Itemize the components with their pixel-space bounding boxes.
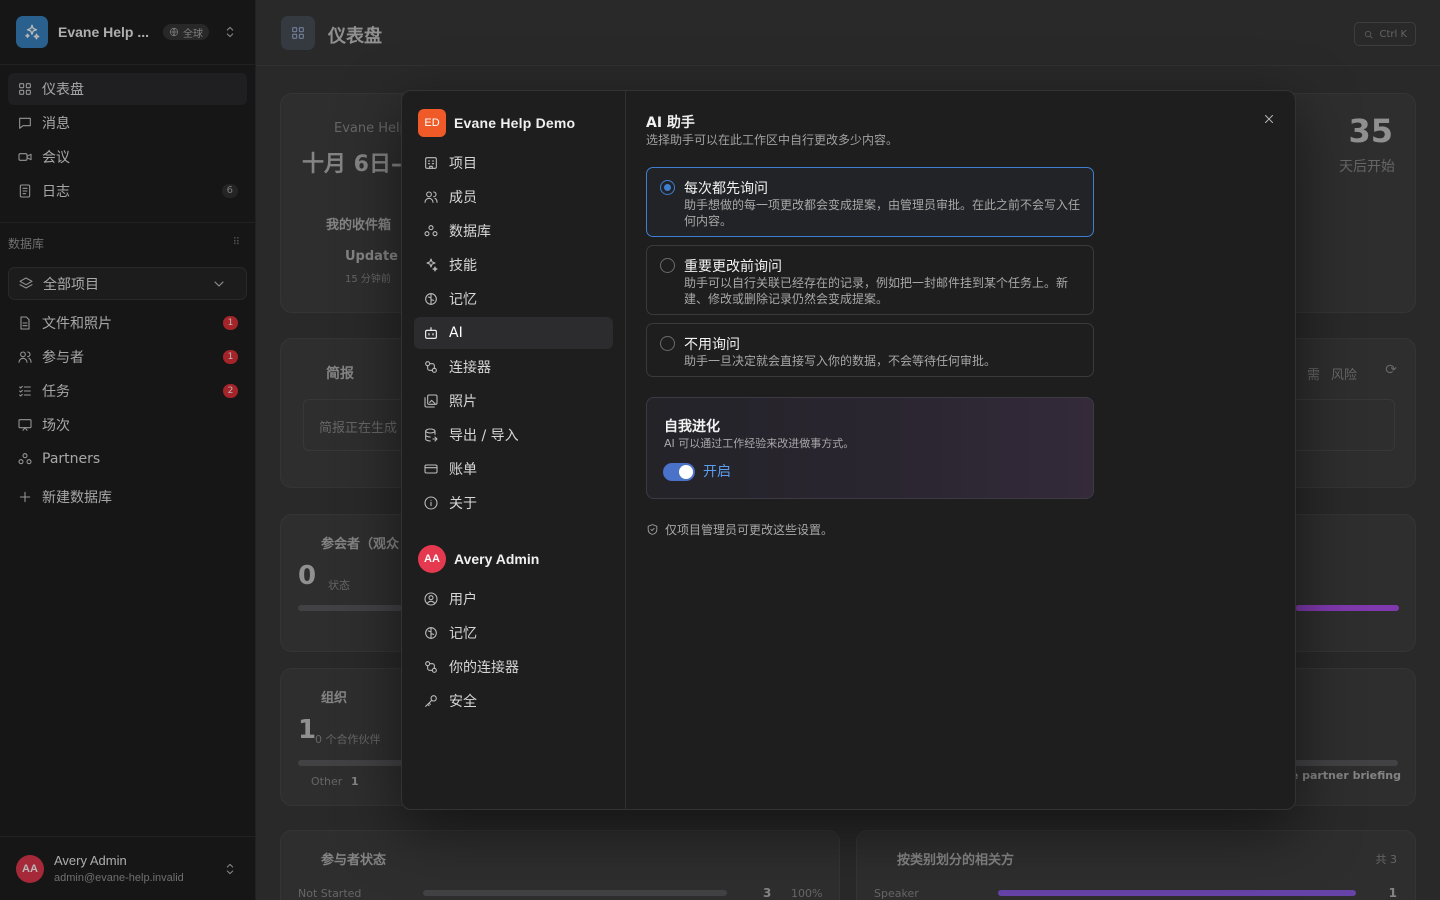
brain-icon [423,625,439,641]
settings-item-projects[interactable]: 项目 [414,147,613,179]
radio-button[interactable] [660,336,675,351]
connector-icon [423,659,439,675]
close-icon[interactable] [1261,111,1277,127]
settings-item-ai[interactable]: AI [414,317,613,349]
settings-item-label: 安全 [449,694,477,710]
user-section-header: AA Avery Admin [418,545,539,573]
settings-item-your-connectors[interactable]: 你的连接器 [414,651,613,683]
option-never-ask[interactable]: 不用询问 助手一旦决定就会直接写入你的数据，不会等待任何审批。 [646,323,1094,377]
option-ask-before-major[interactable]: 重要更改前询问 助手可以自行关联已经存在的记录，例如把一封邮件挂到某个任务上。新… [646,245,1094,315]
self-evolve-description: AI 可以通过工作经验来改进做事方式。 [664,437,855,450]
option-title: 每次都先询问 [684,181,768,197]
option-always-ask[interactable]: 每次都先询问 助手想做的每一项更改都会变成提案，由管理员审批。在此之前不会写入任… [646,167,1094,237]
settings-nav: ED Evane Help Demo 项目 成员 数据库 技能 记忆 AI 连接… [402,91,626,809]
settings-item-label: 导出 / 导入 [449,428,519,444]
option-description: 助手可以自行关联已经存在的记录，例如把一封邮件挂到某个任务上。新建、修改或删除记… [684,276,1069,306]
settings-item-label: 数据库 [449,224,491,240]
brain-icon [423,291,439,307]
settings-item-members[interactable]: 成员 [414,181,613,213]
option-title: 不用询问 [684,337,740,353]
card-icon [423,461,439,477]
settings-item-user[interactable]: 用户 [414,583,613,615]
radio-button[interactable] [660,180,675,195]
settings-dialog: ED Evane Help Demo 项目 成员 数据库 技能 记忆 AI 连接… [401,90,1296,810]
settings-item-label: 记忆 [449,626,477,642]
robot-icon [423,325,439,341]
settings-content: AI 助手 选择助手可以在此工作区中自行更改多少内容。 每次都先询问 助手想做的… [627,91,1295,809]
section-subtitle: 选择助手可以在此工作区中自行更改多少内容。 [646,133,899,147]
section-title: AI 助手 [646,115,695,131]
settings-item-user-memory[interactable]: 记忆 [414,617,613,649]
option-title: 重要更改前询问 [684,259,782,275]
org-name: Evane Help Demo [454,115,576,131]
radio-button[interactable] [660,258,675,273]
settings-item-label: 连接器 [449,360,491,376]
org-avatar: ED [418,109,446,137]
sparkles-icon [423,257,439,273]
settings-item-label: 照片 [449,394,477,410]
settings-item-billing[interactable]: 账单 [414,453,613,485]
settings-item-label: 关于 [449,496,477,512]
database-icon [423,223,439,239]
option-description: 助手想做的每一项更改都会变成提案，由管理员审批。在此之前不会写入任何内容。 [684,198,1081,228]
admin-note-text: 仅项目管理员可更改这些设置。 [665,523,834,537]
settings-item-label: 账单 [449,462,477,478]
settings-item-label: 记忆 [449,292,477,308]
org-header: ED Evane Help Demo [418,109,575,137]
shield-check-icon [646,523,659,536]
settings-item-memory[interactable]: 记忆 [414,283,613,315]
settings-item-skills[interactable]: 技能 [414,249,613,281]
users-icon [423,189,439,205]
self-evolve-card: 自我进化 AI 可以通过工作经验来改进做事方式。 开启 [646,397,1094,499]
settings-item-label: 成员 [449,190,477,206]
connector-icon [423,359,439,375]
option-description: 助手一旦决定就会直接写入你的数据，不会等待任何审批。 [684,354,997,368]
settings-item-security[interactable]: 安全 [414,685,613,717]
settings-item-about[interactable]: 关于 [414,487,613,519]
settings-item-label: 项目 [449,156,477,172]
self-evolve-title: 自我进化 [664,419,720,435]
settings-item-photos[interactable]: 照片 [414,385,613,417]
settings-item-label: AI [449,325,463,341]
settings-item-database[interactable]: 数据库 [414,215,613,247]
photos-icon [423,393,439,409]
export-icon [423,427,439,443]
admin-note: 仅项目管理员可更改这些设置。 [646,521,833,538]
settings-item-label: 用户 [449,592,477,608]
user-circle-icon [423,591,439,607]
info-icon [423,495,439,511]
self-evolve-toggle[interactable] [663,463,695,481]
user-section-name: Avery Admin [454,551,540,567]
toggle-label: 开启 [703,464,731,480]
settings-item-label: 技能 [449,258,477,274]
settings-item-connectors[interactable]: 连接器 [414,351,613,383]
building-icon [423,155,439,171]
settings-item-export-import[interactable]: 导出 / 导入 [414,419,613,451]
avatar: AA [418,545,446,573]
key-icon [423,693,439,709]
settings-item-label: 你的连接器 [449,660,519,676]
